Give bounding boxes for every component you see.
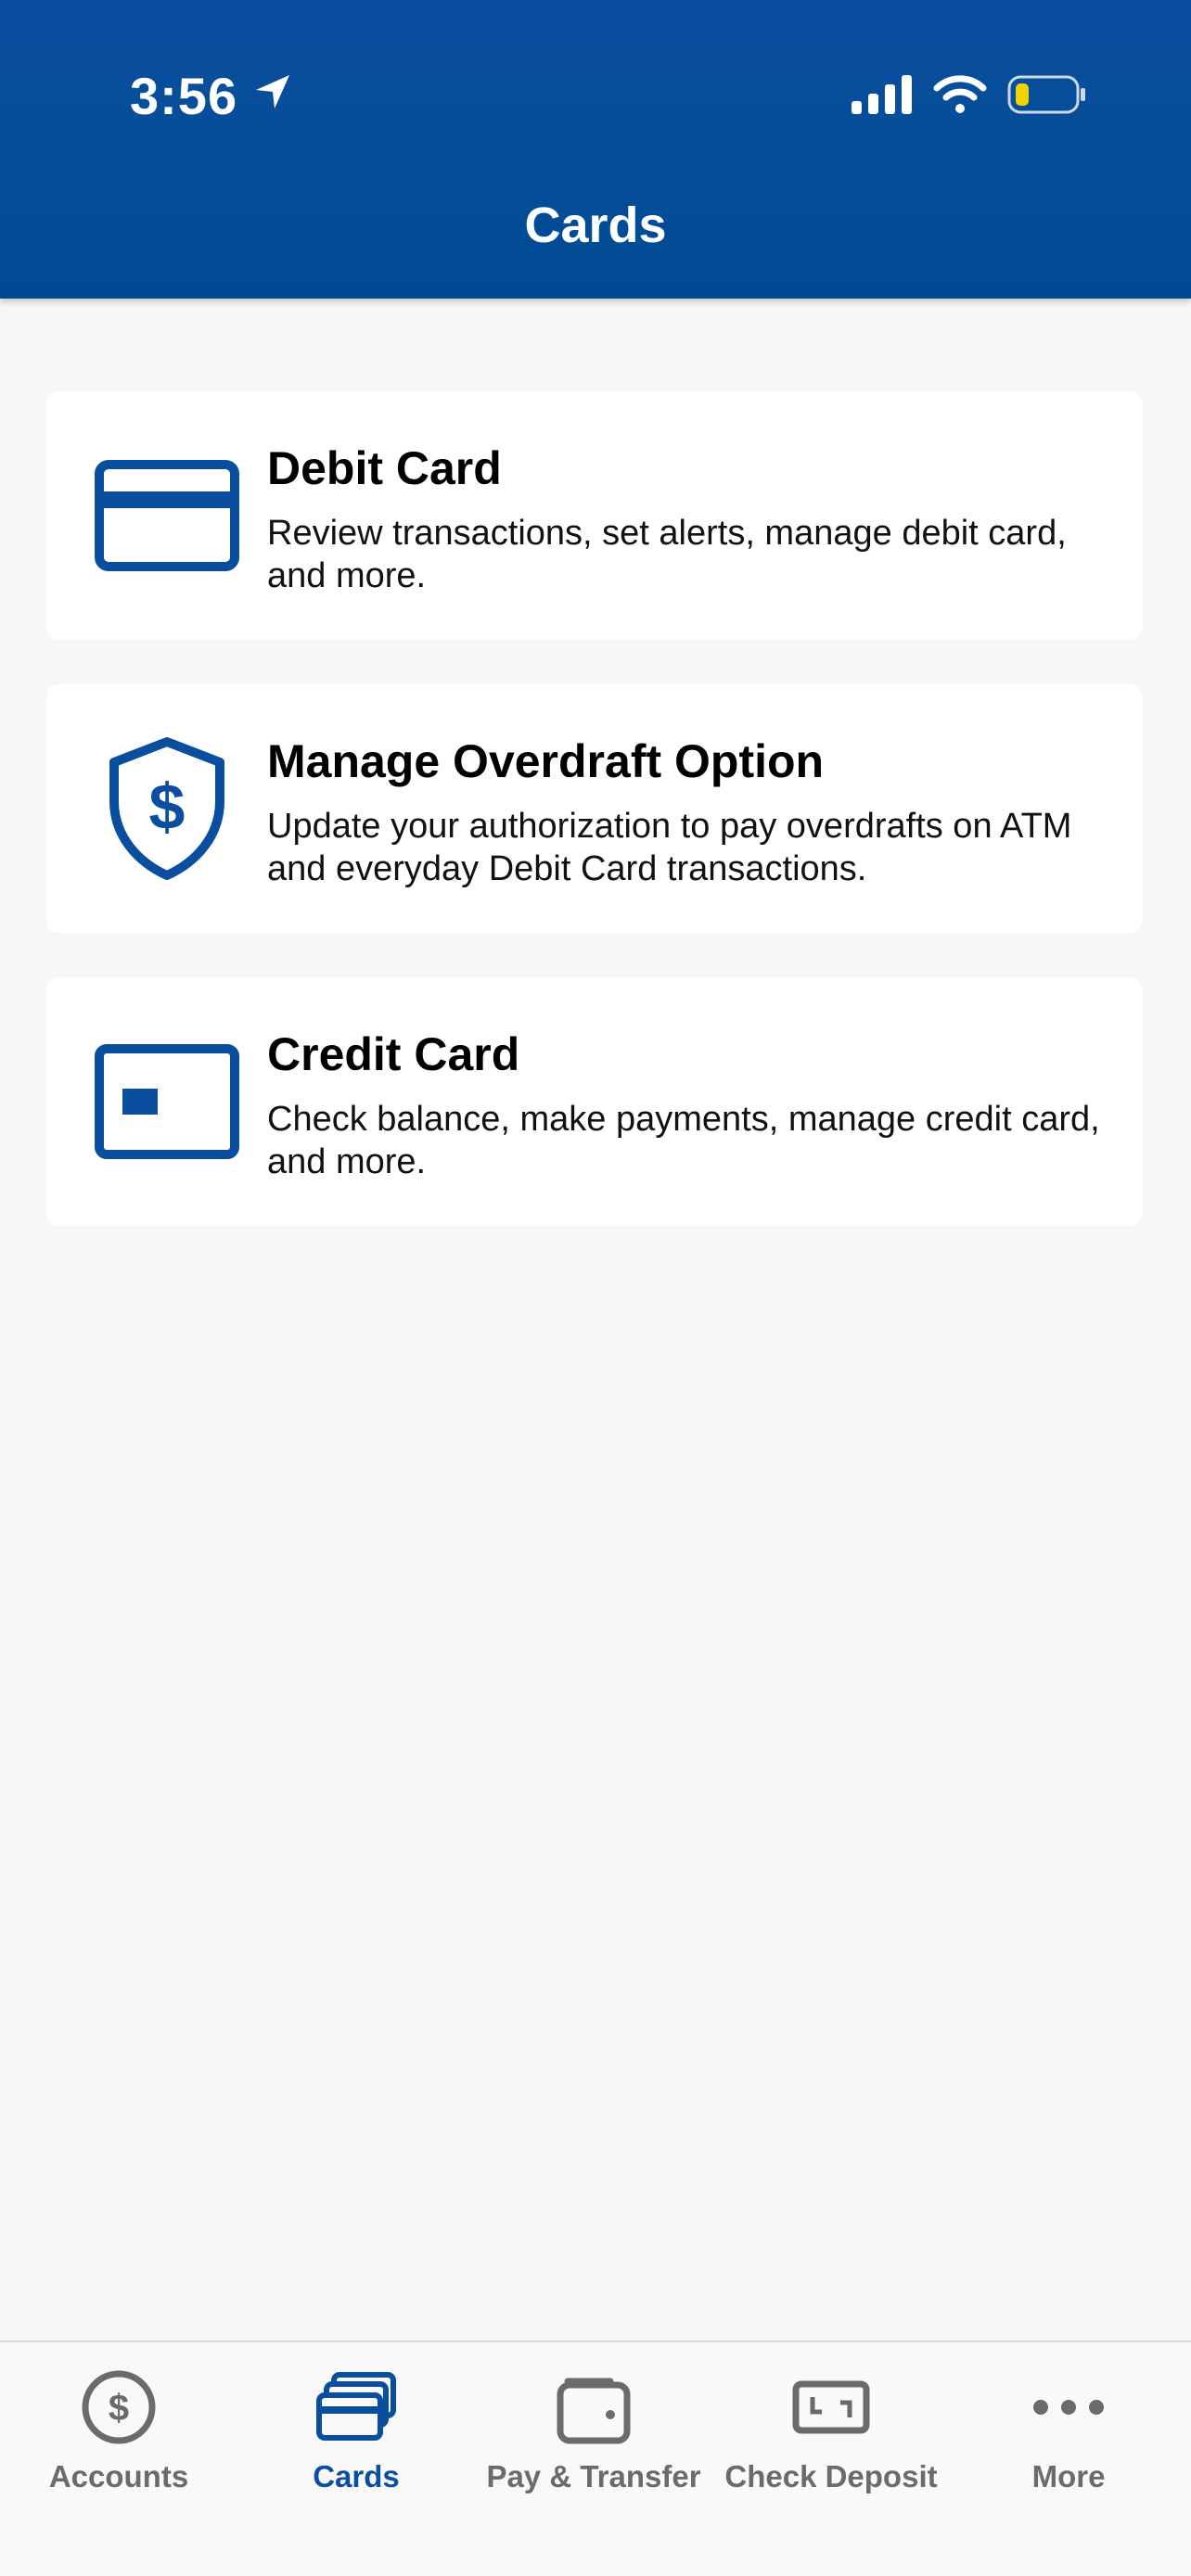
status-indicators xyxy=(852,70,1087,122)
credit-card-description: Check balance, make payments, manage cre… xyxy=(267,1100,1100,1181)
tab-more-label: More xyxy=(1031,2459,1106,2493)
tab-accounts-label: Accounts xyxy=(48,2459,189,2493)
credit-card-option[interactable]: Credit Card Check balance, make payments… xyxy=(46,977,1143,1226)
debit-card-option[interactable]: Debit Card Review transactions, set aler… xyxy=(46,391,1143,640)
debit-card-icon xyxy=(93,391,241,640)
manage-overdraft-title: Manage Overdraft Option xyxy=(267,735,825,787)
tab-accounts[interactable]: $ Accounts xyxy=(0,2342,237,2528)
wifi-icon xyxy=(933,74,987,119)
bottom-tab-bar: $ Accounts Cards Pay & Transfer Check De… xyxy=(0,2340,1191,2576)
svg-text:$: $ xyxy=(109,2388,129,2429)
tab-pay-transfer-label: Pay & Transfer xyxy=(486,2459,701,2493)
tab-check-deposit-label: Check Deposit xyxy=(724,2459,938,2493)
app-header: 3:56 Cards xyxy=(0,0,1191,299)
shield-dollar-icon: $ xyxy=(93,684,241,933)
battery-icon xyxy=(1007,75,1087,119)
wallet-icon xyxy=(555,2361,633,2454)
manage-overdraft-option[interactable]: $ Manage Overdraft Option Update your au… xyxy=(46,684,1143,933)
tab-more[interactable]: More xyxy=(950,2342,1187,2528)
manage-overdraft-description: Update your authorization to pay overdra… xyxy=(267,807,1072,888)
tab-pay-transfer[interactable]: Pay & Transfer xyxy=(475,2342,712,2528)
svg-text:$: $ xyxy=(149,771,186,843)
tab-cards-label: Cards xyxy=(313,2459,400,2493)
tab-check-deposit[interactable]: Check Deposit xyxy=(712,2342,950,2528)
more-dots-icon xyxy=(1030,2361,1108,2454)
credit-card-icon xyxy=(93,977,241,1226)
check-scan-icon xyxy=(792,2361,870,2454)
debit-card-description: Review transactions, set alerts, manage … xyxy=(267,514,1067,595)
status-time-group: 3:56 xyxy=(130,63,295,128)
credit-card-title: Credit Card xyxy=(267,1028,520,1080)
location-arrow-icon xyxy=(250,66,295,126)
cellular-signal-icon xyxy=(852,74,913,119)
debit-card-title: Debit Card xyxy=(267,442,502,494)
dollar-circle-icon: $ xyxy=(80,2361,158,2454)
status-time: 3:56 xyxy=(130,66,238,125)
stacked-cards-icon xyxy=(315,2361,397,2454)
tab-cards[interactable]: Cards xyxy=(237,2342,475,2528)
page-title: Cards xyxy=(524,198,667,253)
